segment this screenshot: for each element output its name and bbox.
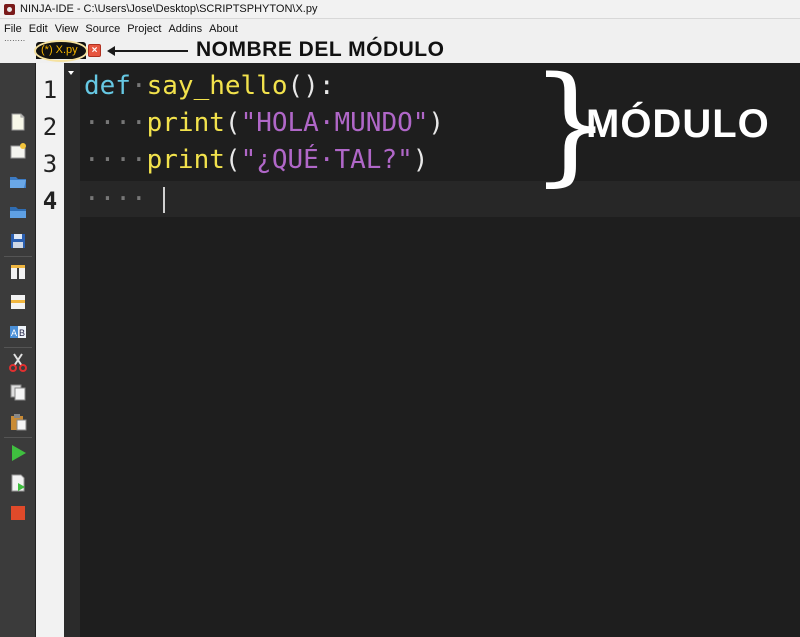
- punctuation-token: ): [412, 145, 429, 175]
- arrow-line: [112, 50, 188, 52]
- whitespace-marker: ····: [84, 108, 147, 138]
- toolbar-separator: [4, 347, 32, 348]
- paste-icon[interactable]: [8, 412, 28, 432]
- menu-edit[interactable]: Edit: [29, 23, 48, 35]
- save-icon[interactable]: [8, 231, 28, 251]
- run-file-icon[interactable]: [8, 473, 28, 493]
- split-horizontal-icon[interactable]: [8, 292, 28, 312]
- line-number: 3: [42, 150, 58, 178]
- code-line: ····print("HOLA·MUNDO"): [84, 107, 444, 139]
- punctuation-token: ): [428, 108, 445, 138]
- fold-arrow-icon[interactable]: [68, 71, 74, 75]
- keyword-token: def: [84, 71, 131, 101]
- menu-about[interactable]: About: [209, 23, 238, 35]
- toolbar-separator: [4, 256, 32, 257]
- tab-highlight-ring: [34, 40, 88, 62]
- fold-column: [64, 63, 80, 637]
- menu-bar: File Edit View Source Project Addins Abo…: [0, 19, 800, 38]
- punctuation-token: (: [224, 145, 241, 175]
- svg-text:A: A: [11, 328, 17, 338]
- close-tab-icon[interactable]: ×: [88, 44, 101, 57]
- builtin-token: print: [146, 145, 225, 175]
- svg-text:B: B: [19, 328, 25, 338]
- string-token: "HOLA·MUNDO": [240, 108, 429, 138]
- menu-source[interactable]: Source: [85, 23, 120, 35]
- annotation-module-name: NOMBRE DEL MÓDULO: [196, 38, 445, 61]
- split-vertical-icon[interactable]: [8, 262, 28, 282]
- left-toolbar: AB: [0, 63, 36, 637]
- ninja-ide-icon: [4, 3, 15, 15]
- whitespace-marker: ····: [84, 145, 147, 175]
- whitespace-marker: ····: [84, 184, 147, 214]
- find-replace-icon[interactable]: AB: [8, 322, 28, 342]
- window-title: NINJA-IDE - C:\Users\Jose\Desktop\SCRIPT…: [20, 3, 318, 15]
- new-project-icon[interactable]: [8, 141, 28, 161]
- line-number: 2: [42, 113, 58, 141]
- menu-file[interactable]: File: [4, 23, 22, 35]
- menu-view[interactable]: View: [55, 23, 79, 35]
- code-line: ····: [84, 183, 147, 215]
- run-icon[interactable]: [8, 443, 28, 463]
- builtin-token: print: [146, 108, 225, 138]
- toolbar-separator: [4, 437, 32, 438]
- line-number: 1: [42, 76, 58, 104]
- menu-addins[interactable]: Addins: [168, 23, 202, 35]
- cut-icon[interactable]: [8, 352, 28, 372]
- copy-icon[interactable]: [8, 382, 28, 402]
- string-token: "¿QUÉ·TAL?": [240, 145, 413, 175]
- title-bar: NINJA-IDE - C:\Users\Jose\Desktop\SCRIPT…: [0, 0, 800, 19]
- line-number-active: 4: [42, 187, 58, 215]
- code-line: ····print("¿QUÉ·TAL?"): [84, 144, 428, 176]
- current-line-highlight: [80, 181, 800, 217]
- open-project-icon[interactable]: [8, 201, 28, 221]
- toolbar-grip-icon[interactable]: ········: [4, 37, 25, 45]
- new-file-icon[interactable]: [8, 112, 28, 132]
- whitespace-marker: ·: [130, 71, 147, 101]
- punctuation-token: ():: [287, 71, 335, 101]
- open-file-icon[interactable]: [8, 171, 28, 191]
- annotation-module: MÓDULO: [586, 102, 770, 146]
- text-caret: [163, 187, 165, 213]
- code-line: def·say_hello():: [84, 70, 334, 102]
- menu-project[interactable]: Project: [127, 23, 161, 35]
- punctuation-token: (: [224, 108, 241, 138]
- stop-icon[interactable]: [8, 503, 28, 523]
- function-name-token: say_hello: [146, 71, 288, 101]
